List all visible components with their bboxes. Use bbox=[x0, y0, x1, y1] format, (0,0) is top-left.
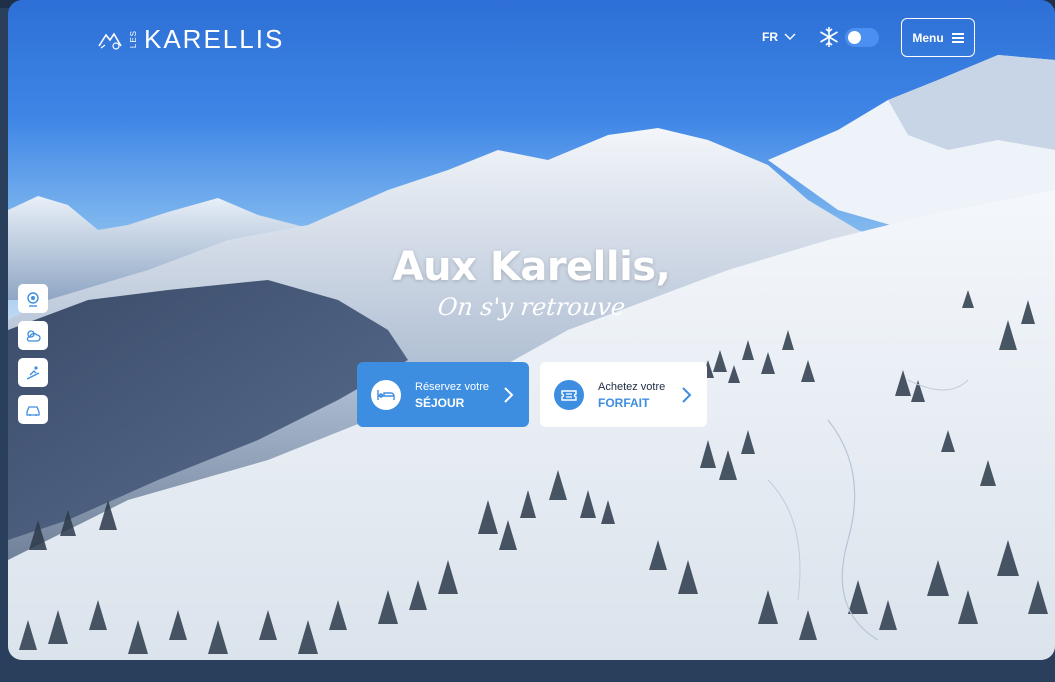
language-label: FR bbox=[762, 30, 778, 44]
bed-icon bbox=[371, 379, 401, 410]
toggle-knob bbox=[848, 31, 861, 44]
hero-subtitle: On s'y retrouve bbox=[436, 293, 627, 321]
language-selector[interactable]: FR bbox=[762, 30, 796, 44]
season-toggle[interactable] bbox=[845, 28, 879, 47]
ski-slope-icon[interactable] bbox=[18, 358, 48, 387]
site-logo[interactable]: LES KARELLIS bbox=[96, 24, 284, 55]
logo-name: KARELLIS bbox=[144, 24, 285, 54]
book-stay-line1: Réservez votre bbox=[415, 380, 489, 393]
hero-title: Aux Karellis, bbox=[392, 244, 671, 290]
hero-section: LES KARELLIS bbox=[8, 0, 1055, 660]
book-stay-button[interactable]: Réservez votre SÉJOUR bbox=[357, 362, 529, 427]
menu-label: Menu bbox=[912, 30, 944, 45]
buy-skipass-button[interactable]: Achetez votre FORFAIT bbox=[540, 362, 707, 427]
car-icon[interactable] bbox=[18, 395, 48, 424]
chevron-right-icon bbox=[682, 386, 692, 403]
hamburger-icon bbox=[951, 33, 964, 43]
logo-mark-icon bbox=[98, 31, 122, 50]
menu-button[interactable]: Menu bbox=[901, 18, 975, 57]
book-stay-line2: SÉJOUR bbox=[415, 395, 465, 410]
weather-icon[interactable] bbox=[18, 321, 48, 350]
mountain-scene-image bbox=[8, 55, 1055, 660]
chevron-down-icon bbox=[784, 33, 796, 40]
buy-skipass-line2: FORFAIT bbox=[598, 395, 650, 410]
chevron-right-icon bbox=[504, 386, 514, 403]
logo-prefix: LES bbox=[129, 30, 138, 49]
buy-skipass-line1: Achetez votre bbox=[598, 380, 666, 393]
snowflake-icon bbox=[820, 27, 838, 47]
ticket-icon bbox=[554, 379, 584, 410]
